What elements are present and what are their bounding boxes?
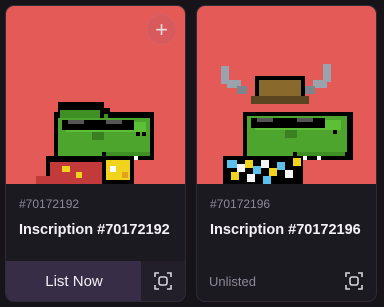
scan-frame-icon (345, 272, 363, 290)
plus-icon: + (155, 16, 168, 42)
inscription-card[interactable]: + #70172192 Inscription #70172192 List N… (5, 5, 186, 302)
add-to-cart-button[interactable]: + (146, 14, 177, 45)
card-footer: List Now (6, 261, 185, 301)
inscription-title[interactable]: Inscription #70172196 (210, 222, 361, 238)
listing-status: Unlisted (209, 274, 256, 289)
list-now-button[interactable]: List Now (6, 261, 142, 301)
scan-view-button[interactable] (141, 261, 185, 301)
inscription-number: #70172192 (19, 197, 80, 211)
scan-view-button[interactable] (332, 261, 376, 301)
scan-frame-icon (154, 272, 172, 290)
inscription-title[interactable]: Inscription #70172192 (19, 222, 170, 238)
pixel-croc-viking-art (221, 64, 353, 184)
card-footer: Unlisted (197, 261, 376, 301)
inscription-card[interactable]: #70172196 Inscription #70172196 Unlisted (196, 5, 377, 302)
inscription-artwork[interactable]: + (6, 6, 185, 184)
inscription-artwork[interactable] (197, 6, 376, 184)
inscription-number: #70172196 (210, 197, 271, 211)
